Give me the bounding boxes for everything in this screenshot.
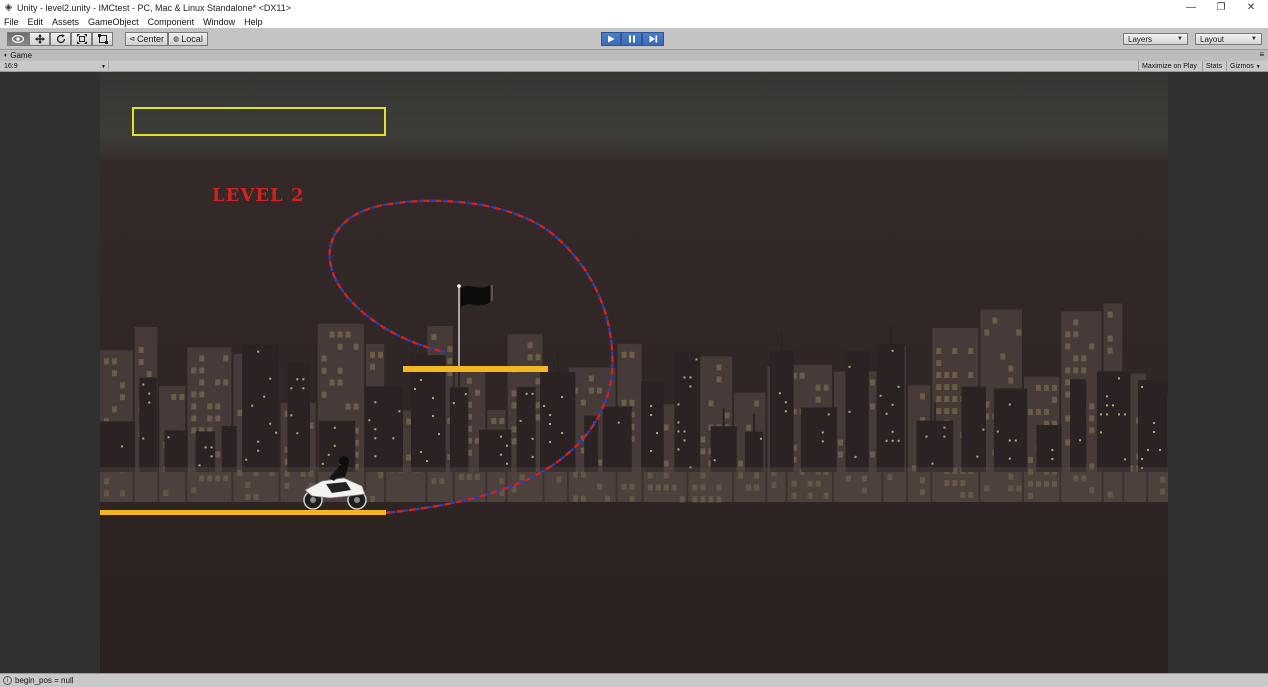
eye-icon (12, 35, 24, 43)
pause-button[interactable] (621, 32, 642, 46)
layout-label: Layout (1200, 34, 1225, 44)
space-local-toggle[interactable]: ◍ Local (168, 32, 208, 46)
rect-tool-button[interactable] (92, 32, 113, 46)
game-tab-bar: ◐ Game ≡ (0, 50, 1268, 61)
maximize-on-play-toggle[interactable]: Maximize on Play (1138, 61, 1200, 72)
unity-logo-icon: ◈ (4, 2, 13, 13)
goal-platform (403, 366, 548, 372)
start-platform (100, 510, 386, 515)
layers-dropdown[interactable]: Layers ▼ (1123, 33, 1188, 45)
space-label: Local (181, 34, 203, 44)
menu-edit[interactable]: Edit (28, 17, 44, 27)
transform-tools (7, 32, 113, 46)
menu-window[interactable]: Window (203, 17, 235, 27)
game-view-toolbar: 16:9 ▼ Maximize on Play Stats Gizmos ▼ (0, 61, 1268, 72)
game-scene (100, 199, 614, 515)
step-button[interactable] (642, 32, 664, 46)
game-viewport[interactable]: LEVEL 2 (0, 72, 1268, 673)
scale-icon (76, 34, 87, 44)
play-icon (608, 35, 615, 43)
rotate-tool-button[interactable] (50, 32, 71, 46)
drawn-path-blue (328, 199, 614, 515)
play-button[interactable] (601, 32, 621, 46)
dropdown-arrow-icon: ▼ (1177, 36, 1183, 42)
motorbike-player (303, 456, 367, 510)
tab-game-label: Game (10, 51, 33, 60)
gizmos-dropdown[interactable]: Gizmos ▼ (1226, 61, 1264, 72)
scale-tool-button[interactable] (71, 32, 92, 46)
playback-controls (601, 32, 664, 46)
console-status-message[interactable]: begin_pos = null (15, 676, 74, 685)
close-button[interactable]: ✕ (1236, 0, 1266, 15)
move-arrows-icon (34, 34, 45, 44)
menu-component[interactable]: Component (148, 17, 195, 27)
rect-tool-icon (97, 34, 108, 44)
menu-file[interactable]: File (4, 17, 19, 27)
dropdown-arrow-icon: ▼ (101, 63, 106, 70)
goal-flag (457, 284, 493, 366)
rotate-icon (56, 34, 65, 44)
game-tab-icon: ◐ (4, 52, 9, 59)
globe-icon: ◍ (173, 36, 180, 43)
window-title: Unity - level2.unity - IMCtest - PC, Mac… (17, 2, 291, 13)
menu-bar: File Edit Assets GameObject Component Wi… (0, 15, 1268, 28)
game-canvas[interactable]: LEVEL 2 (100, 72, 1168, 673)
panel-menu-icon[interactable]: ≡ (1259, 50, 1264, 59)
move-tool-button[interactable] (29, 32, 50, 46)
step-icon (649, 35, 657, 43)
gizmos-label: Gizmos (1230, 63, 1254, 70)
main-toolbar: ⊲ Center ◍ Local Layers ▼ Layout ▼ (0, 28, 1268, 50)
window-titlebar: ◈ Unity - level2.unity - IMCtest - PC, M… (0, 0, 1268, 15)
minimize-button[interactable]: — (1176, 0, 1206, 15)
aspect-label: 16:9 (4, 63, 18, 70)
pivot-label: Center (136, 34, 164, 44)
pause-icon (628, 35, 635, 43)
pivot-controls: ⊲ Center ◍ Local (125, 32, 208, 46)
hand-tool-button[interactable] (7, 32, 29, 46)
layers-label: Layers (1128, 34, 1153, 44)
menu-assets[interactable]: Assets (52, 17, 79, 27)
status-bar: i begin_pos = null (0, 673, 1268, 687)
info-icon: i (3, 676, 12, 685)
stats-toggle[interactable]: Stats (1202, 61, 1225, 72)
layout-dropdown[interactable]: Layout ▼ (1195, 33, 1262, 45)
menu-help[interactable]: Help (244, 17, 263, 27)
dropdown-arrow-icon: ▼ (1255, 63, 1261, 70)
restore-button[interactable]: ❐ (1206, 0, 1236, 15)
pivot-center-toggle[interactable]: ⊲ Center (125, 32, 168, 46)
menu-gameobject[interactable]: GameObject (88, 17, 139, 27)
pivot-icon: ⊲ (129, 36, 135, 43)
drawn-path-red (328, 199, 614, 515)
dropdown-arrow-icon: ▼ (1251, 36, 1257, 42)
aspect-ratio-dropdown[interactable]: 16:9 ▼ (4, 61, 109, 72)
tab-game[interactable]: ◐ Game (4, 50, 32, 61)
